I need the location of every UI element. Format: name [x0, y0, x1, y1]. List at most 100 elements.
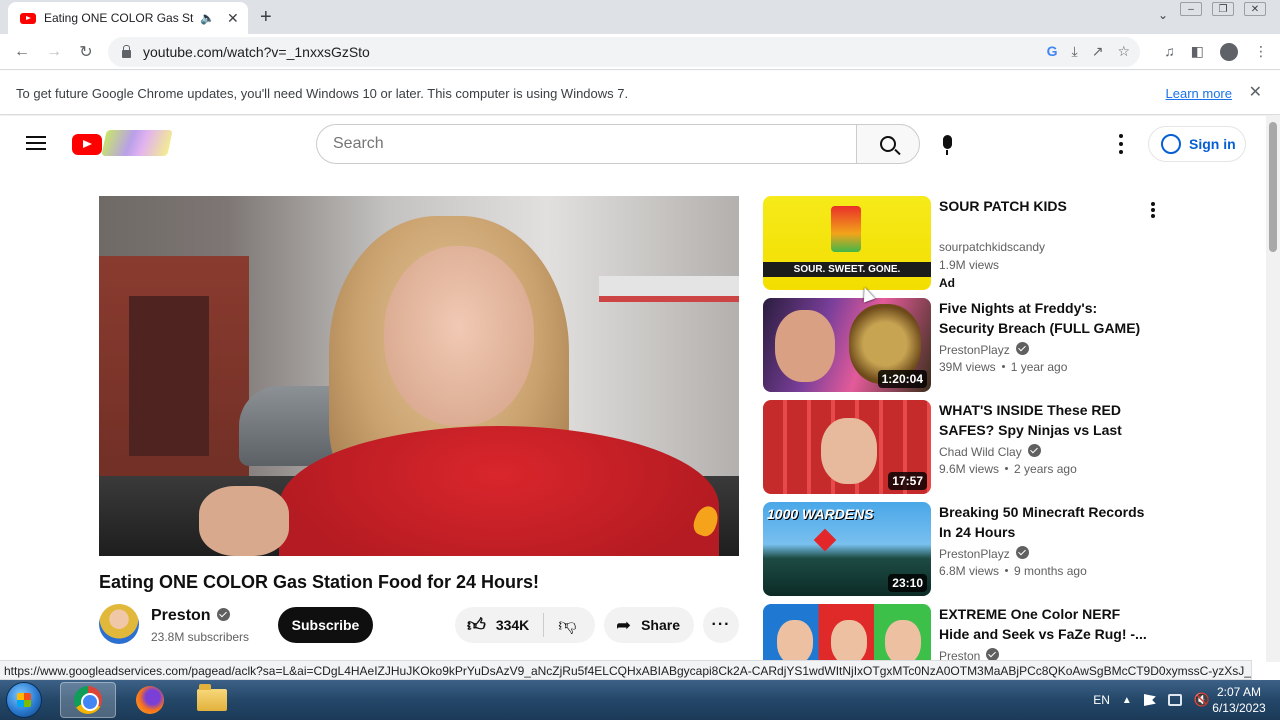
audio-playing-icon[interactable]: 🔈: [200, 11, 215, 25]
window-controls: – ❐ ✕: [1180, 2, 1266, 16]
rec-title[interactable]: WHAT'S INSIDE These RED SAFES? Spy Ninja…: [939, 400, 1149, 440]
url-text[interactable]: youtube.com/watch?v=_1nxxsGzSto: [143, 44, 370, 60]
youtube-favicon-icon: [20, 12, 36, 24]
account-icon: [1161, 134, 1181, 154]
action-center-flag-icon[interactable]: [1143, 694, 1156, 706]
duration-badge: 23:10: [888, 574, 927, 592]
language-indicator[interactable]: EN: [1093, 693, 1110, 707]
subscriber-count: 23.8M subscribers: [151, 630, 250, 644]
settings-kebab-icon[interactable]: [1112, 134, 1130, 154]
forward-icon[interactable]: →: [38, 43, 70, 61]
side-panel-icon[interactable]: ◧: [1191, 43, 1204, 61]
rec-channel[interactable]: PrestonPlayz: [939, 547, 1010, 561]
firefox-icon: [136, 686, 164, 714]
rec-title[interactable]: Breaking 50 Minecraft Records In 24 Hour…: [939, 502, 1149, 542]
taskbar-explorer[interactable]: [184, 682, 240, 718]
rec-age: 2 years ago: [1014, 462, 1077, 476]
more-actions-button[interactable]: ···: [703, 607, 739, 643]
rec-title[interactable]: Five Nights at Freddy's: Security Breach…: [939, 298, 1149, 338]
chrome-menu-icon[interactable]: ⋮: [1254, 43, 1268, 61]
rec-channel-row[interactable]: Chad Wild Clay: [939, 444, 1041, 459]
youtube-logo-icon[interactable]: [72, 134, 102, 155]
voice-search-icon[interactable]: [943, 135, 952, 155]
rec-channel[interactable]: Preston: [939, 649, 980, 660]
search-placeholder: Search: [333, 135, 384, 152]
dislike-button[interactable]: 👎︎: [544, 614, 590, 636]
lock-icon[interactable]: [122, 45, 131, 58]
search-button[interactable]: [856, 124, 920, 164]
rec-meta: 6.8M views 9 months ago: [939, 564, 1087, 578]
rec-title[interactable]: SOUR PATCH KIDS: [939, 196, 1149, 216]
subscribe-button[interactable]: Subscribe: [278, 607, 373, 643]
like-count: 334K: [495, 617, 530, 633]
duration-badge: 17:57: [888, 472, 927, 490]
tab-search-chevron-icon[interactable]: ⌄: [1158, 8, 1168, 22]
rec-views: 1.9M views: [939, 258, 1000, 272]
show-hidden-icons-icon[interactable]: ▲: [1122, 695, 1132, 706]
taskbar-chrome[interactable]: [60, 682, 116, 718]
share-label: Share: [641, 617, 681, 633]
rec-channel[interactable]: Chad Wild Clay: [939, 445, 1022, 459]
ad-thumbnail[interactable]: SOUR. SWEET. GONE.: [763, 196, 931, 290]
rec-thumbnail[interactable]: 1000 WARDENS 23:10: [763, 502, 931, 596]
youtube-doodle[interactable]: [101, 130, 173, 156]
window-close-icon[interactable]: ✕: [1244, 2, 1266, 16]
restore-icon[interactable]: ❐: [1212, 2, 1234, 16]
profile-avatar-icon[interactable]: [1220, 43, 1238, 61]
recommendation-ad[interactable]: SOUR. SWEET. GONE. SOUR PATCH KIDS sourp…: [763, 196, 1163, 290]
thumb-arrow-icon: [813, 528, 837, 552]
taskbar-firefox[interactable]: [122, 682, 178, 718]
rec-thumbnail[interactable]: [763, 604, 931, 660]
rec-channel-row[interactable]: PrestonPlayz: [939, 342, 1029, 357]
taskbar-clock[interactable]: 2:07 AM 6/13/2023: [1208, 684, 1270, 716]
video-player[interactable]: [99, 196, 739, 556]
scrollbar-thumb[interactable]: [1269, 122, 1277, 252]
recommendation-item[interactable]: EXTREME One Color NERF Hide and Seek vs …: [763, 604, 1163, 660]
system-tray: EN ▲ 🔇: [1093, 680, 1210, 720]
thumb-face: [821, 418, 877, 484]
browser-tab-active[interactable]: Eating ONE COLOR Gas Station 🔈 ✕: [8, 2, 248, 34]
google-lens-icon[interactable]: G: [1047, 43, 1058, 60]
recommendation-item[interactable]: 17:57 WHAT'S INSIDE These RED SAFES? Spy…: [763, 400, 1163, 494]
rec-views: 39M views: [939, 360, 996, 374]
verified-badge-icon: [1015, 546, 1029, 559]
rec-thumbnail[interactable]: 17:57: [763, 400, 931, 494]
guide-menu-icon[interactable]: [26, 136, 46, 150]
rec-menu-icon[interactable]: [1151, 202, 1155, 218]
omnibox-actions: G ⤓ ↗ ☆: [1047, 43, 1130, 60]
rec-channel[interactable]: PrestonPlayz: [939, 343, 1010, 357]
rec-channel-row[interactable]: Preston: [939, 648, 1000, 660]
page-scrollbar[interactable]: [1266, 116, 1280, 662]
install-app-icon[interactable]: ⤓: [1072, 43, 1078, 60]
tab-close-icon[interactable]: ✕: [227, 10, 239, 27]
browser-toolbar: ← → ↻ youtube.com/watch?v=_1nxxsGzSto G …: [0, 34, 1280, 70]
search-input[interactable]: Search: [316, 124, 858, 164]
bookmark-star-icon[interactable]: ☆: [1117, 43, 1130, 60]
share-button[interactable]: ➦ Share: [604, 607, 694, 643]
video-frame-face: [384, 246, 534, 426]
address-bar[interactable]: youtube.com/watch?v=_1nxxsGzSto G ⤓ ↗ ☆: [108, 37, 1140, 67]
start-button[interactable]: [6, 682, 42, 718]
rec-channel[interactable]: sourpatchkidscandy: [939, 240, 1045, 254]
rec-channel-row[interactable]: PrestonPlayz: [939, 546, 1029, 561]
infobar-close-icon[interactable]: ✕: [1249, 82, 1262, 102]
channel-name-row[interactable]: Preston: [151, 607, 230, 625]
recommendation-item[interactable]: 1:20:04 Five Nights at Freddy's: Securit…: [763, 298, 1163, 392]
tab-strip: Eating ONE COLOR Gas Station 🔈 ✕ + ⌄ – ❐…: [0, 0, 1280, 34]
new-tab-icon[interactable]: +: [260, 6, 272, 29]
rec-title[interactable]: EXTREME One Color NERF Hide and Seek vs …: [939, 604, 1149, 644]
sign-in-button[interactable]: Sign in: [1148, 126, 1246, 162]
learn-more-link[interactable]: Learn more: [1166, 86, 1232, 101]
recommendation-item[interactable]: 1000 WARDENS 23:10 Breaking 50 Minecraft…: [763, 502, 1163, 596]
like-button[interactable]: 👍︎ 334K: [455, 613, 545, 637]
network-icon[interactable]: [1167, 694, 1182, 706]
share-page-icon[interactable]: ↗: [1092, 43, 1104, 60]
minimize-icon[interactable]: –: [1180, 2, 1202, 16]
back-icon[interactable]: ←: [6, 43, 38, 61]
search-icon: [880, 136, 896, 152]
rec-thumbnail[interactable]: 1:20:04: [763, 298, 931, 392]
reload-icon[interactable]: ↻: [70, 42, 102, 62]
media-controls-icon[interactable]: ♫: [1164, 43, 1175, 61]
channel-name[interactable]: Preston: [151, 607, 211, 624]
channel-avatar[interactable]: [99, 604, 139, 644]
